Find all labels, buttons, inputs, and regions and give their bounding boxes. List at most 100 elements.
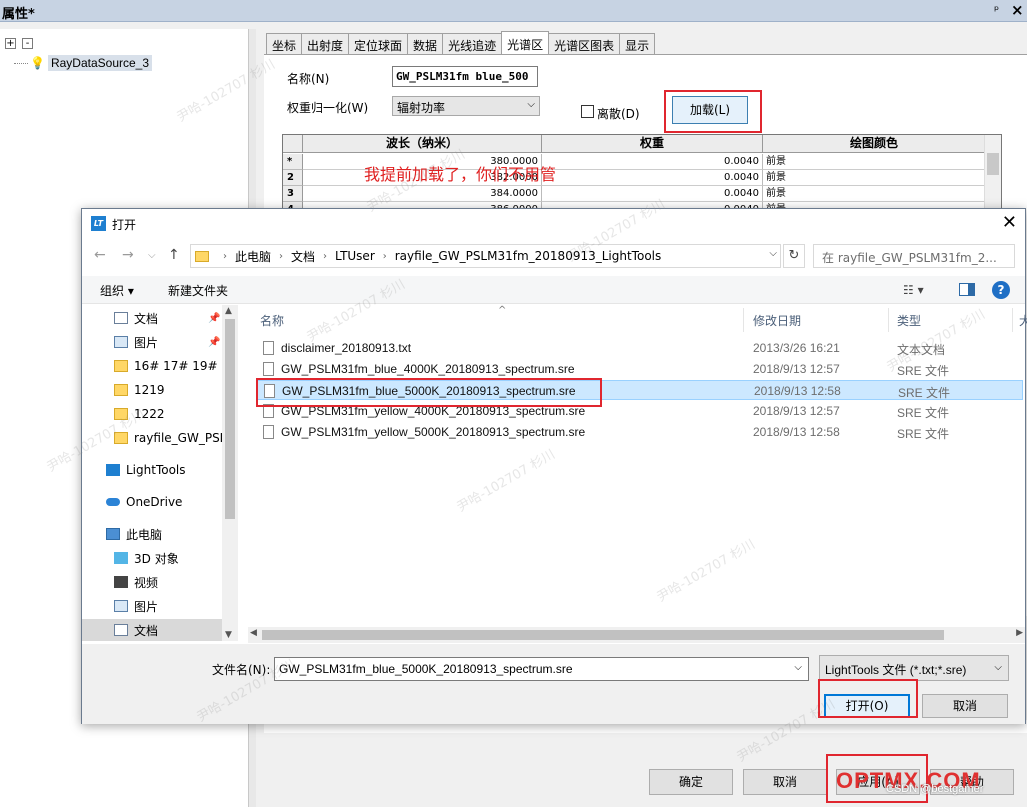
cancel-button[interactable]: 取消 — [922, 694, 1008, 718]
discrete-checkbox[interactable] — [581, 105, 594, 118]
expand-all-button[interactable]: + — [5, 38, 16, 49]
tab-display[interactable]: 显示 — [619, 33, 656, 54]
grid-scroll-thumb[interactable] — [987, 153, 999, 175]
breadcrumb-separator: › — [223, 250, 227, 262]
nav-item-folder[interactable]: rayfile_GW_PSL — [114, 428, 226, 448]
nav-item-folder[interactable]: 16# 17# 19# R — [114, 356, 230, 376]
csdn-watermark: CSDN @bestgamer — [886, 783, 984, 795]
nav-label: 1219 — [134, 383, 165, 397]
preview-pane-icon[interactable] — [959, 283, 975, 296]
tab-data[interactable]: 数据 — [407, 33, 444, 54]
column-size[interactable]: 大 — [1015, 308, 1027, 332]
view-options-icon[interactable]: ☷ ▾ — [903, 283, 924, 297]
file-type-value: LightTools 文件 (*.txt;*.sre) — [825, 663, 967, 677]
close-icon[interactable]: ✕ — [1002, 212, 1017, 233]
nav-item-onedrive[interactable]: OneDrive — [106, 492, 182, 512]
weight-normalization-select[interactable]: 辐射功率 ⌵ — [392, 96, 540, 116]
tab-coordinates[interactable]: 坐标 — [266, 33, 303, 54]
grid-row-header[interactable]: 2 — [283, 170, 303, 186]
breadcrumb-documents[interactable]: 文档 — [291, 248, 315, 265]
search-input[interactable]: 在 rayfile_GW_PSLM31fm_2... — [813, 244, 1015, 268]
organize-button[interactable]: 组织 ▾ — [100, 282, 134, 299]
file-icon — [263, 362, 274, 376]
nav-scrollbar[interactable]: ▲ ▼ — [222, 305, 238, 641]
grid-row-header[interactable]: 3 — [283, 186, 303, 202]
hscroll-thumb[interactable] — [262, 630, 944, 640]
breadcrumb-this-pc[interactable]: 此电脑 — [235, 248, 271, 265]
ok-button[interactable]: 确定 — [649, 769, 733, 795]
tree-node-label: RayDataSource_3 — [47, 55, 153, 71]
grid-cell-weight[interactable]: 0.0040 — [542, 154, 763, 170]
nav-item-documents[interactable]: 文档 — [114, 620, 158, 640]
chevron-down-icon: ⌵ — [527, 99, 535, 110]
chevron-down-icon[interactable]: ⌵ — [769, 248, 777, 259]
file-icon — [263, 425, 274, 439]
new-folder-button[interactable]: 新建文件夹 — [168, 282, 228, 299]
scroll-up-icon[interactable]: ▲ — [225, 306, 232, 316]
scroll-right-icon[interactable]: ▶ — [1016, 628, 1023, 638]
tab-spectral-chart[interactable]: 光谱区图表 — [548, 33, 621, 54]
forward-arrow-icon[interactable]: → — [122, 247, 134, 263]
file-type: SRE 文件 — [897, 427, 950, 441]
address-row: ← → ⌵ ↑ › 此电脑 › 文档 › LTUser › rayfile_GW… — [82, 242, 1025, 270]
nav-item-lighttools[interactable]: LightTools — [106, 460, 186, 480]
file-list-hscrollbar[interactable]: ◀ ▶ — [248, 627, 1025, 643]
grid-row-header[interactable]: * 1 — [283, 154, 303, 182]
grid-cell-color[interactable]: 前景 — [763, 154, 986, 170]
up-arrow-icon[interactable]: ↑ — [168, 247, 180, 263]
grid-cell-wavelength[interactable]: 384.0000 — [303, 186, 542, 202]
recent-chevron-icon[interactable]: ⌵ — [148, 250, 156, 261]
nav-label: 此电脑 — [126, 527, 163, 542]
text-file-icon — [263, 341, 274, 355]
nav-item-pictures[interactable]: 图片 — [114, 596, 158, 616]
filename-input[interactable]: GW_PSLM31fm_blue_5000K_20180913_spectrum… — [274, 657, 809, 681]
cube-icon — [114, 552, 128, 564]
pin-icon[interactable]: ᵖ — [994, 3, 999, 17]
breadcrumb-ltuser[interactable]: LTUser — [335, 249, 375, 263]
grid-scrollbar[interactable] — [984, 135, 1001, 213]
scroll-left-icon[interactable]: ◀ — [250, 628, 257, 638]
grid-cell-weight[interactable]: 0.0040 — [542, 170, 763, 186]
grid-corner — [283, 135, 303, 153]
nav-item-3d-objects[interactable]: 3D 对象 — [114, 548, 179, 568]
breadcrumb-rayfile[interactable]: rayfile_GW_PSLM31fm_20180913_LightTools — [395, 249, 662, 263]
column-date-modified[interactable]: 修改日期 — [749, 308, 889, 332]
chevron-down-icon[interactable]: ⌵ — [794, 662, 802, 673]
back-arrow-icon[interactable]: ← — [94, 247, 106, 263]
tree-node-raydatasource[interactable]: 💡 RayDataSource_3 — [14, 54, 153, 72]
grid-header-wavelength[interactable]: 波长（纳米） — [303, 135, 542, 153]
file-name: GW_PSLM31fm_blue_4000K_20180913_spectrum… — [281, 362, 575, 376]
collapse-all-button[interactable]: - — [22, 38, 33, 49]
address-bar[interactable]: › 此电脑 › 文档 › LTUser › rayfile_GW_PSLM31f… — [190, 244, 781, 268]
name-field[interactable]: GW_PSLM31fm blue_500 — [392, 66, 538, 87]
nav-label: 文档 — [134, 623, 159, 638]
nav-item-pictures-pinned[interactable]: 图片 📌 — [114, 332, 220, 352]
file-date: 2013/3/26 16:21 — [753, 341, 840, 355]
panel-cancel-button[interactable]: 取消 — [743, 769, 827, 795]
nav-item-this-pc[interactable]: 此电脑 — [106, 524, 162, 544]
close-icon[interactable]: × — [1011, 1, 1024, 19]
file-row[interactable]: GW_PSLM31fm_yellow_5000K_20180913_spectr… — [256, 422, 1023, 442]
grid-cell-color[interactable]: 前景 — [763, 186, 986, 202]
grid-cell-color[interactable]: 前景 — [763, 170, 986, 186]
refresh-icon[interactable]: ↻ — [783, 244, 805, 268]
tab-ray-trace[interactable]: 光线追迹 — [442, 33, 503, 54]
grid-header-color[interactable]: 绘图颜色 — [763, 135, 986, 153]
file-name: GW_PSLM31fm_yellow_5000K_20180913_spectr… — [281, 425, 586, 439]
grid-header-weight[interactable]: 权重 — [542, 135, 763, 153]
file-date: 2018/9/13 12:58 — [753, 425, 840, 439]
nav-label: 文档 — [134, 311, 159, 326]
tab-spectral-region[interactable]: 光谱区 — [501, 31, 550, 54]
nav-item-folder[interactable]: 1219 — [114, 380, 165, 400]
nav-item-videos[interactable]: 视频 — [114, 572, 158, 592]
file-type-select[interactable]: LightTools 文件 (*.txt;*.sre) ⌵ — [819, 655, 1009, 681]
tab-locating-sphere[interactable]: 定位球面 — [348, 33, 409, 54]
tab-emittance[interactable]: 出射度 — [301, 33, 350, 54]
nav-scroll-thumb[interactable] — [225, 319, 235, 519]
nav-item-documents-pinned[interactable]: 文档 📌 — [114, 308, 220, 328]
picture-icon — [114, 336, 128, 348]
help-icon[interactable]: ? — [992, 281, 1010, 299]
norm-label: 权重归一化(W) — [287, 101, 369, 115]
scroll-down-icon[interactable]: ▼ — [225, 630, 232, 640]
file-date: 2018/9/13 12:57 — [753, 362, 840, 376]
